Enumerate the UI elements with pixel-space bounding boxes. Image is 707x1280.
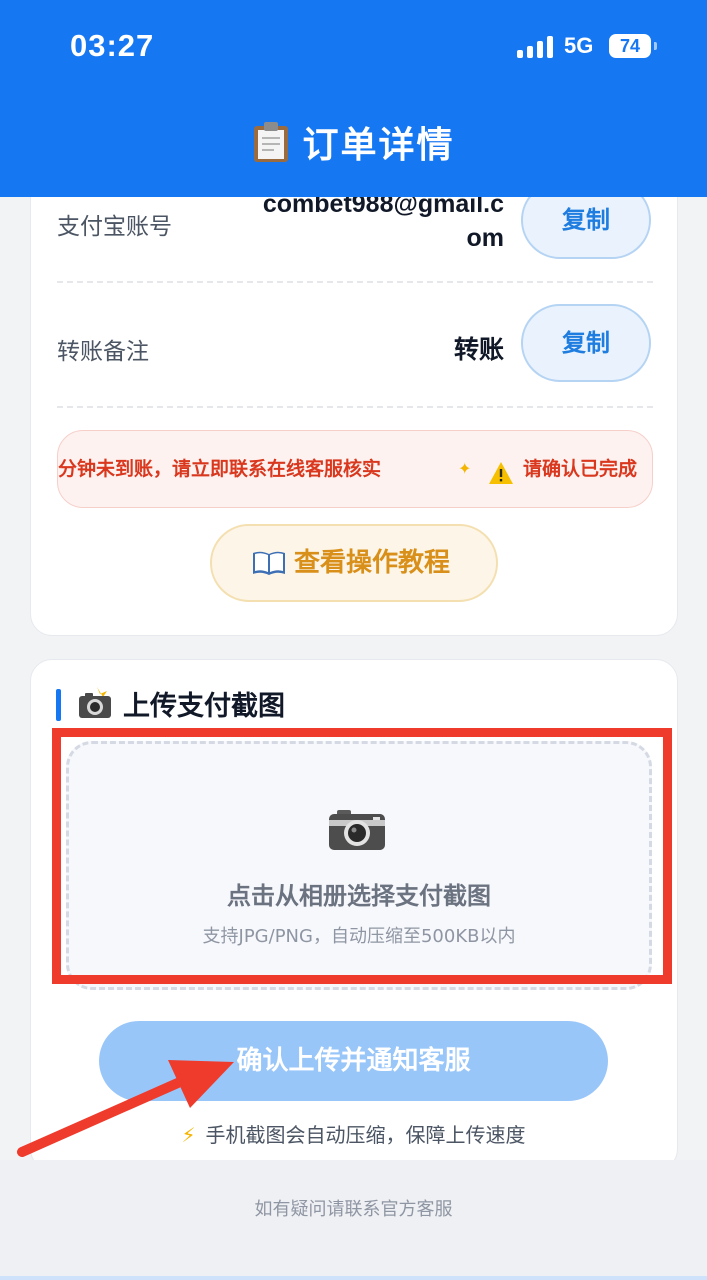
clipboard-icon <box>252 121 290 163</box>
network-type: 5G <box>564 33 594 58</box>
order-info-card: 支付宝账号 combet988@gmail.c om 复制 转账备注 转账 复制… <box>30 150 678 636</box>
app-header: 03:27 5G 74 订单详情 <box>0 0 707 197</box>
sparkle-icon: ✦ <box>458 459 472 478</box>
view-tutorial-label: 查看操作教程 <box>294 548 451 578</box>
warning-icon <box>489 462 513 484</box>
alipay-account-label: 支付宝账号 <box>57 214 172 240</box>
footer-text: 如有疑问请联系官方客服 <box>254 1199 453 1220</box>
lightning-icon: ⚡ <box>181 1123 196 1147</box>
section-accent-bar <box>56 689 61 721</box>
warning-text-right: 请确认已完成 <box>523 458 638 480</box>
signal-icon <box>517 36 553 58</box>
alipay-account-value: combet988@gmail.c om <box>263 187 504 255</box>
compression-tip-text: 手机截图会自动压缩，保障上传速度 <box>205 1123 526 1147</box>
book-icon <box>253 551 285 575</box>
warning-text-left: 分钟未到账，请立即联系在线客服核实 <box>58 458 382 480</box>
alipay-account-value-line2: om <box>466 224 505 252</box>
battery-icon: 74 <box>609 34 657 58</box>
remark-value: 转账 <box>453 335 504 364</box>
page-title-text: 订单详情 <box>302 125 455 166</box>
confirm-upload-button[interactable]: 确认上传并通知客服 <box>99 1021 608 1101</box>
warning-marquee: 分钟未到账，请立即联系在线客服核实 ✦ 请确认已完成 <box>57 430 653 508</box>
divider <box>57 281 653 283</box>
bottom-edge <box>0 1276 707 1280</box>
compression-tip: ⚡ 手机截图会自动压缩，保障上传速度 <box>0 1119 707 1148</box>
remark-label: 转账备注 <box>57 339 149 365</box>
status-bar: 03:27 5G 74 <box>0 26 707 68</box>
page-title: 订单详情 <box>0 116 707 168</box>
status-time: 03:27 <box>70 28 155 63</box>
copy-remark-button[interactable]: 复制 <box>521 304 651 382</box>
camera-flash-icon <box>79 687 111 718</box>
upload-section-title: 上传支付截图 <box>123 691 285 722</box>
annotation-highlight-box <box>52 728 672 984</box>
divider <box>57 406 653 408</box>
view-tutorial-button[interactable]: 查看操作教程 <box>210 524 498 602</box>
